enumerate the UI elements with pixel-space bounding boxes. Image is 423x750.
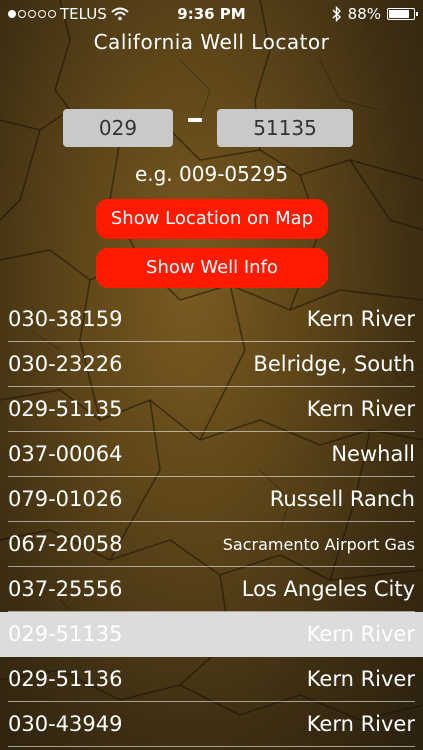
- show-location-button[interactable]: Show Location on Map: [96, 199, 328, 239]
- well-id: 037-25556: [8, 577, 123, 601]
- list-item[interactable]: 030-38159 Kern River: [0, 297, 423, 342]
- list-item[interactable]: 030-43949 Kern River: [0, 702, 423, 747]
- well-list: 030-38159 Kern River 030-23226 Belridge, S…: [0, 297, 423, 747]
- well-id: 079-01026: [8, 487, 123, 511]
- well-field-name: Newhall: [331, 442, 415, 466]
- well-id: 037-00064: [8, 442, 123, 466]
- list-item[interactable]: 079-01026 Russell Ranch: [0, 477, 423, 522]
- bluetooth-icon: [332, 6, 341, 22]
- example-hint: e.g. 009-05295: [134, 162, 289, 186]
- well-id: 067-20058: [8, 532, 123, 556]
- list-item-selected[interactable]: 029-51135 Kern River: [0, 612, 423, 657]
- list-item[interactable]: 037-25556 Los Angeles City: [0, 567, 423, 612]
- well-field-name: Russell Ranch: [269, 487, 415, 511]
- well-field-name: Kern River: [306, 712, 415, 736]
- well-field-name: Kern River: [306, 307, 415, 331]
- well-field-name: Belridge, South: [253, 352, 415, 376]
- well-field-name: Sacramento Airport Gas: [222, 535, 415, 554]
- status-right: 88%: [332, 0, 418, 28]
- well-prefix-input[interactable]: 029: [63, 109, 173, 147]
- status-bar: TELUS 9:36 PM 88%: [0, 0, 423, 28]
- well-id: 029-51135: [8, 397, 123, 421]
- show-well-info-button[interactable]: Show Well Info: [96, 248, 328, 288]
- well-id: 029-51136: [8, 667, 123, 691]
- battery-icon: [387, 8, 418, 20]
- well-number-input[interactable]: 51135: [217, 109, 353, 147]
- list-item[interactable]: 030-23226 Belridge, South: [0, 342, 423, 387]
- list-item[interactable]: 029-51136 Kern River: [0, 657, 423, 702]
- well-id: 030-23226: [8, 352, 123, 376]
- well-field-name: Kern River: [306, 397, 415, 421]
- well-field-name: Kern River: [306, 622, 415, 646]
- well-field-name: Los Angeles City: [241, 577, 415, 601]
- row-divider: [8, 746, 415, 747]
- battery-percent: 88%: [347, 5, 381, 23]
- list-item[interactable]: 067-20058 Sacramento Airport Gas: [0, 522, 423, 567]
- well-field-name: Kern River: [306, 667, 415, 691]
- page-title: California Well Locator: [93, 30, 330, 54]
- battery-fill: [389, 10, 410, 18]
- dash-separator: [188, 118, 202, 122]
- well-id: 030-43949: [8, 712, 123, 736]
- well-id: 030-38159: [8, 307, 123, 331]
- well-id: 029-51135: [8, 622, 123, 646]
- list-item[interactable]: 029-51135 Kern River: [0, 387, 423, 432]
- list-item[interactable]: 037-00064 Newhall: [0, 432, 423, 477]
